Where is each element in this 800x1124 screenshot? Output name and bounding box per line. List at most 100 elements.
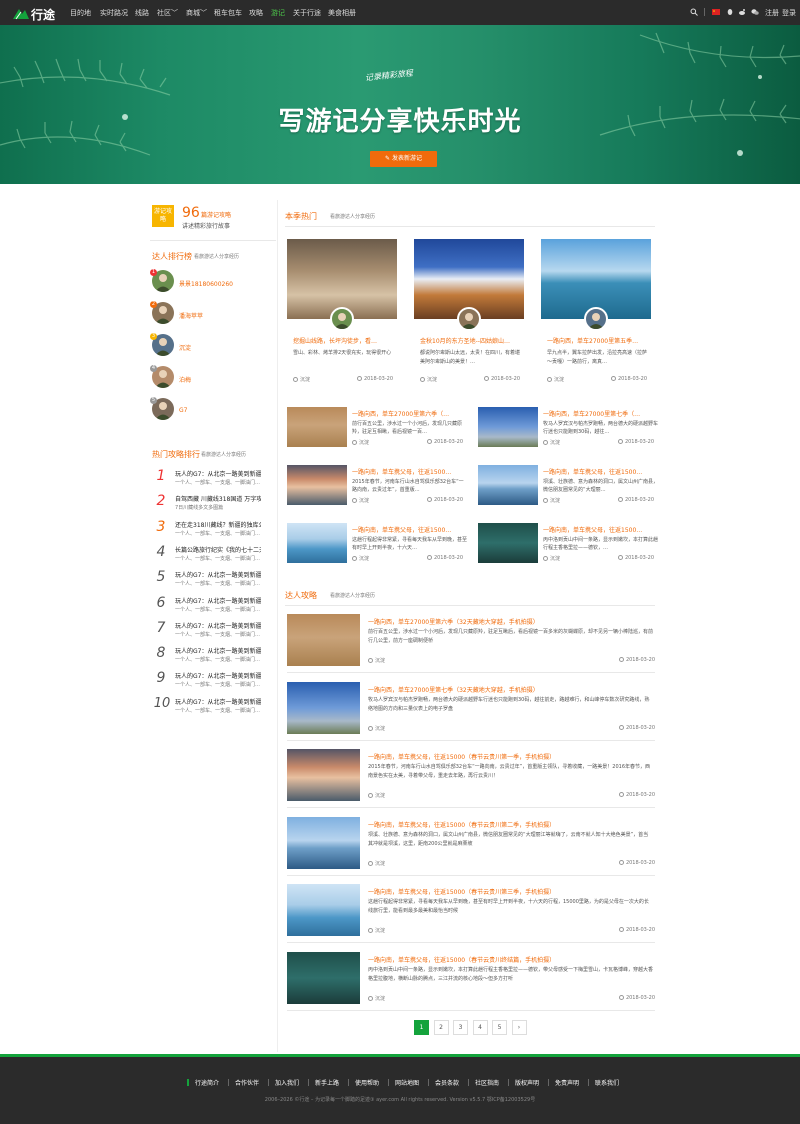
hot-guide-title[interactable]: 玩人的G7：从北京一路美到新疆，看… xyxy=(175,570,261,579)
author-name[interactable]: 沉淀 xyxy=(359,498,369,504)
ranking-user-name[interactable]: G7 xyxy=(179,407,187,414)
hot-guide-item[interactable]: 2 自驾西藏 川藏线318国道 万字攻略 7日川藏线多文多图篇 xyxy=(150,491,276,515)
hot-guide-item[interactable]: 3 还在走318川藏线？新疆的独库公路…一个人、一部车、一支烟、一脚油门… xyxy=(150,517,276,541)
season-mini-image[interactable] xyxy=(478,407,538,447)
season-mini-title[interactable]: 一路向西，单车27000里第七季（… xyxy=(543,409,658,418)
expert-guide-author[interactable]: 沉淀 xyxy=(368,725,385,732)
author-name[interactable]: 沉淀 xyxy=(375,861,385,867)
expert-guide-item[interactable]: 一路向南，单车携父母，往返15000（春节云贵川终结篇，手机拍摄） 丙中洛到贡山中… xyxy=(287,951,655,1012)
season-card-author[interactable]: 沉淀 xyxy=(293,376,310,383)
season-mini-card[interactable]: 一路向南，单车携父母，往返1500… 坝溪、壮族德、意为森林的洞口，属文山州广南县… xyxy=(478,465,658,515)
login-link[interactable]: 登录 xyxy=(782,8,796,18)
hot-guide-item[interactable]: 10 玩人的G7：从北京一路美到新疆，看…一个人、一部车、一支烟、一脚油门… xyxy=(150,694,276,718)
author-avatar[interactable] xyxy=(330,307,354,331)
author-name[interactable]: 沉淀 xyxy=(550,440,560,446)
ranking-item[interactable]: 3 沉淀 xyxy=(150,333,276,360)
hot-guide-title[interactable]: 玩人的G7：从北京一路美到新疆，看… xyxy=(175,697,261,706)
hot-guide-title[interactable]: 长篇公路旅行纪实《我的七十二天》… xyxy=(175,545,261,554)
season-card-title[interactable]: 挖掘山线路，长坪沟徒步，看… xyxy=(293,336,393,345)
author-name[interactable]: 沉淀 xyxy=(427,377,437,383)
expert-guide-title[interactable]: 一路向西，单车27000里第七季（32天藏地大穿越，手机拍摄） xyxy=(368,685,539,694)
footer-link[interactable]: 合作伙伴 xyxy=(235,1078,259,1087)
season-mini-title[interactable]: 一路向南，单车携父母，往返1500… xyxy=(352,467,467,476)
expert-guide-item[interactable]: 一路向西，单车27000里第六季（32天藏地大穿越，手机拍摄） 前行百五公里，涉水… xyxy=(287,614,655,674)
season-mini-image[interactable] xyxy=(478,465,538,505)
expert-guide-author[interactable]: 沉淀 xyxy=(368,792,385,799)
hot-guide-title[interactable]: 还在走318川藏线？新疆的独库公路… xyxy=(175,520,261,529)
season-mini-author[interactable]: 沉淀 xyxy=(543,497,560,504)
season-mini-image[interactable] xyxy=(287,523,347,563)
footer-link[interactable]: 版权声明 xyxy=(515,1078,539,1087)
season-mini-image[interactable] xyxy=(478,523,538,563)
expert-guide-image[interactable] xyxy=(287,951,360,1004)
author-avatar[interactable] xyxy=(457,307,481,331)
season-card[interactable]: 挖掘山线路，长坪沟徒步，看… 雪山、彩林、烤羊排2天很充实，玩得很开心 沉淀 2018… xyxy=(287,239,397,387)
footer-link[interactable]: 使用帮助 xyxy=(355,1078,379,1087)
hot-guide-title[interactable]: 玩人的G7：从北京一路美到新疆，看… xyxy=(175,646,261,655)
expert-guide-author[interactable]: 沉淀 xyxy=(368,927,385,934)
author-name[interactable]: 沉淀 xyxy=(550,498,560,504)
ranking-item[interactable]: 2 潘海苹苹 xyxy=(150,301,276,328)
site-logo[interactable]: 行途 xyxy=(12,4,60,22)
weibo-icon[interactable] xyxy=(738,8,746,16)
ranking-user-name[interactable]: 泊梅 xyxy=(179,375,191,384)
author-name[interactable]: 沉淀 xyxy=(375,996,385,1002)
footer-link[interactable]: 联系我们 xyxy=(595,1078,619,1087)
season-mini-card[interactable]: 一路向南，单车携父母，往返1500… 2015年春节，河南车行山水自驾俱乐部32台… xyxy=(287,465,467,515)
expert-guide-item[interactable]: 一路向西，单车27000里第七季（32天藏地大穿越，手机拍摄） 牧马人罗宾汉与帕杰… xyxy=(287,681,655,742)
author-name[interactable]: 沉淀 xyxy=(554,377,564,383)
season-mini-card[interactable]: 一路向西，单车27000里第六季（… 前行百五公里，涉水过一个小河后，发现几只藏原… xyxy=(287,407,467,457)
season-card-author[interactable]: 沉淀 xyxy=(420,376,437,383)
season-card-title[interactable]: 金秋10月的东方圣地--四姑娘山… xyxy=(420,336,520,345)
footer-link[interactable]: 免责声明 xyxy=(555,1078,579,1087)
author-name[interactable]: 沉淀 xyxy=(359,440,369,446)
ranking-item[interactable]: 4 泊梅 xyxy=(150,365,276,392)
hot-guide-item[interactable]: 9 玩人的G7：从北京一路美到新疆，看… 一个人、一部车、一支烟、一脚油门… xyxy=(150,668,276,692)
season-card[interactable]: 金秋10月的东方圣地--四姑娘山… 都说阿尔卑斯山太远，太贵！在四川，有着堪美阿尔… xyxy=(414,239,524,387)
season-mini-author[interactable]: 沉淀 xyxy=(352,439,369,446)
china-flag-icon[interactable] xyxy=(712,8,720,16)
season-mini-image[interactable] xyxy=(287,407,347,447)
ranking-user-name[interactable]: 潘海苹苹 xyxy=(179,311,203,320)
new-travelogue-button[interactable]: ✎ 发表新游记 xyxy=(370,151,437,167)
expert-guide-title[interactable]: 一路向南，单车携父母，往返15000（春节云贵川第三季，手机拍摄） xyxy=(368,887,555,896)
ranking-item[interactable]: 5 G7 xyxy=(150,397,276,424)
season-mini-author[interactable]: 沉淀 xyxy=(543,555,560,562)
season-mini-title[interactable]: 一路向南，单车携父母，往返1500… xyxy=(543,525,658,534)
hot-guide-title[interactable]: 玩人的G7：从北京一路美到新疆，看… xyxy=(175,469,261,478)
nav-item-guides[interactable]: 攻略 xyxy=(249,8,263,18)
season-card[interactable]: 一路向西，单车27000里第五季… 早九点半，翼车拉萨出发，沿拉亮高速（拉萨～贡嘎… xyxy=(541,239,651,387)
nav-item-mall[interactable]: 商城﹀ xyxy=(186,8,207,18)
author-name[interactable]: 沉淀 xyxy=(300,377,310,383)
author-name[interactable]: 沉淀 xyxy=(359,556,369,562)
nav-item-travelogue[interactable]: 游记 xyxy=(271,8,285,18)
nav-item-food-album[interactable]: 美食相册 xyxy=(328,8,356,18)
nav-item-traffic[interactable]: 实时路况 xyxy=(100,8,128,18)
hot-guide-item[interactable]: 8 玩人的G7：从北京一路美到新疆，看… 一个人、一部车、一支烟、一脚油门… xyxy=(150,643,276,667)
page-button[interactable]: 5 xyxy=(492,1020,507,1035)
season-mini-title[interactable]: 一路向南，单车携父母，往返1500… xyxy=(352,525,467,534)
wechat-icon[interactable] xyxy=(751,8,759,16)
expert-guide-item[interactable]: 一路向南，单车携父母，往返15000（春节云贵川第三季，手机拍摄） 这趟行程起得非… xyxy=(287,884,655,944)
footer-link[interactable]: 社区指南 xyxy=(475,1078,499,1087)
page-button[interactable]: 2 xyxy=(433,1020,449,1035)
nav-item-about[interactable]: 关于行途 xyxy=(293,8,321,18)
author-name[interactable]: 沉淀 xyxy=(375,726,385,732)
ranking-item[interactable]: 1 景景18180600260 xyxy=(150,269,276,296)
page-button[interactable]: 1 xyxy=(414,1020,429,1035)
hot-guide-item[interactable]: 6 玩人的G7：从北京一路美到新疆，看…一个人、一部车、一支烟、一脚油门… xyxy=(150,593,276,617)
season-mini-author[interactable]: 沉淀 xyxy=(352,497,369,504)
ranking-user-name[interactable]: 沉淀 xyxy=(179,343,191,352)
season-mini-author[interactable]: 沉淀 xyxy=(543,439,560,446)
page-button[interactable]: 3 xyxy=(453,1020,468,1035)
hot-guide-title[interactable]: 玩人的G7：从北京一路美到新疆，看… xyxy=(175,671,261,680)
expert-guide-author[interactable]: 沉淀 xyxy=(368,860,385,867)
hot-guide-title[interactable]: 玩人的G7：从北京一路美到新疆，看… xyxy=(175,596,261,605)
season-mini-title[interactable]: 一路向西，单车27000里第六季（… xyxy=(352,409,467,418)
next-page-button[interactable]: › xyxy=(511,1020,527,1035)
expert-guide-image[interactable] xyxy=(287,884,360,936)
hot-guide-item[interactable]: 4 长篇公路旅行纪实《我的七十二天》…一个人、一部车、一支烟、一脚油门… xyxy=(150,542,276,566)
season-card-title[interactable]: 一路向西，单车27000里第五季… xyxy=(547,336,647,345)
season-mini-author[interactable]: 沉淀 xyxy=(352,555,369,562)
qq-icon[interactable] xyxy=(726,8,734,16)
